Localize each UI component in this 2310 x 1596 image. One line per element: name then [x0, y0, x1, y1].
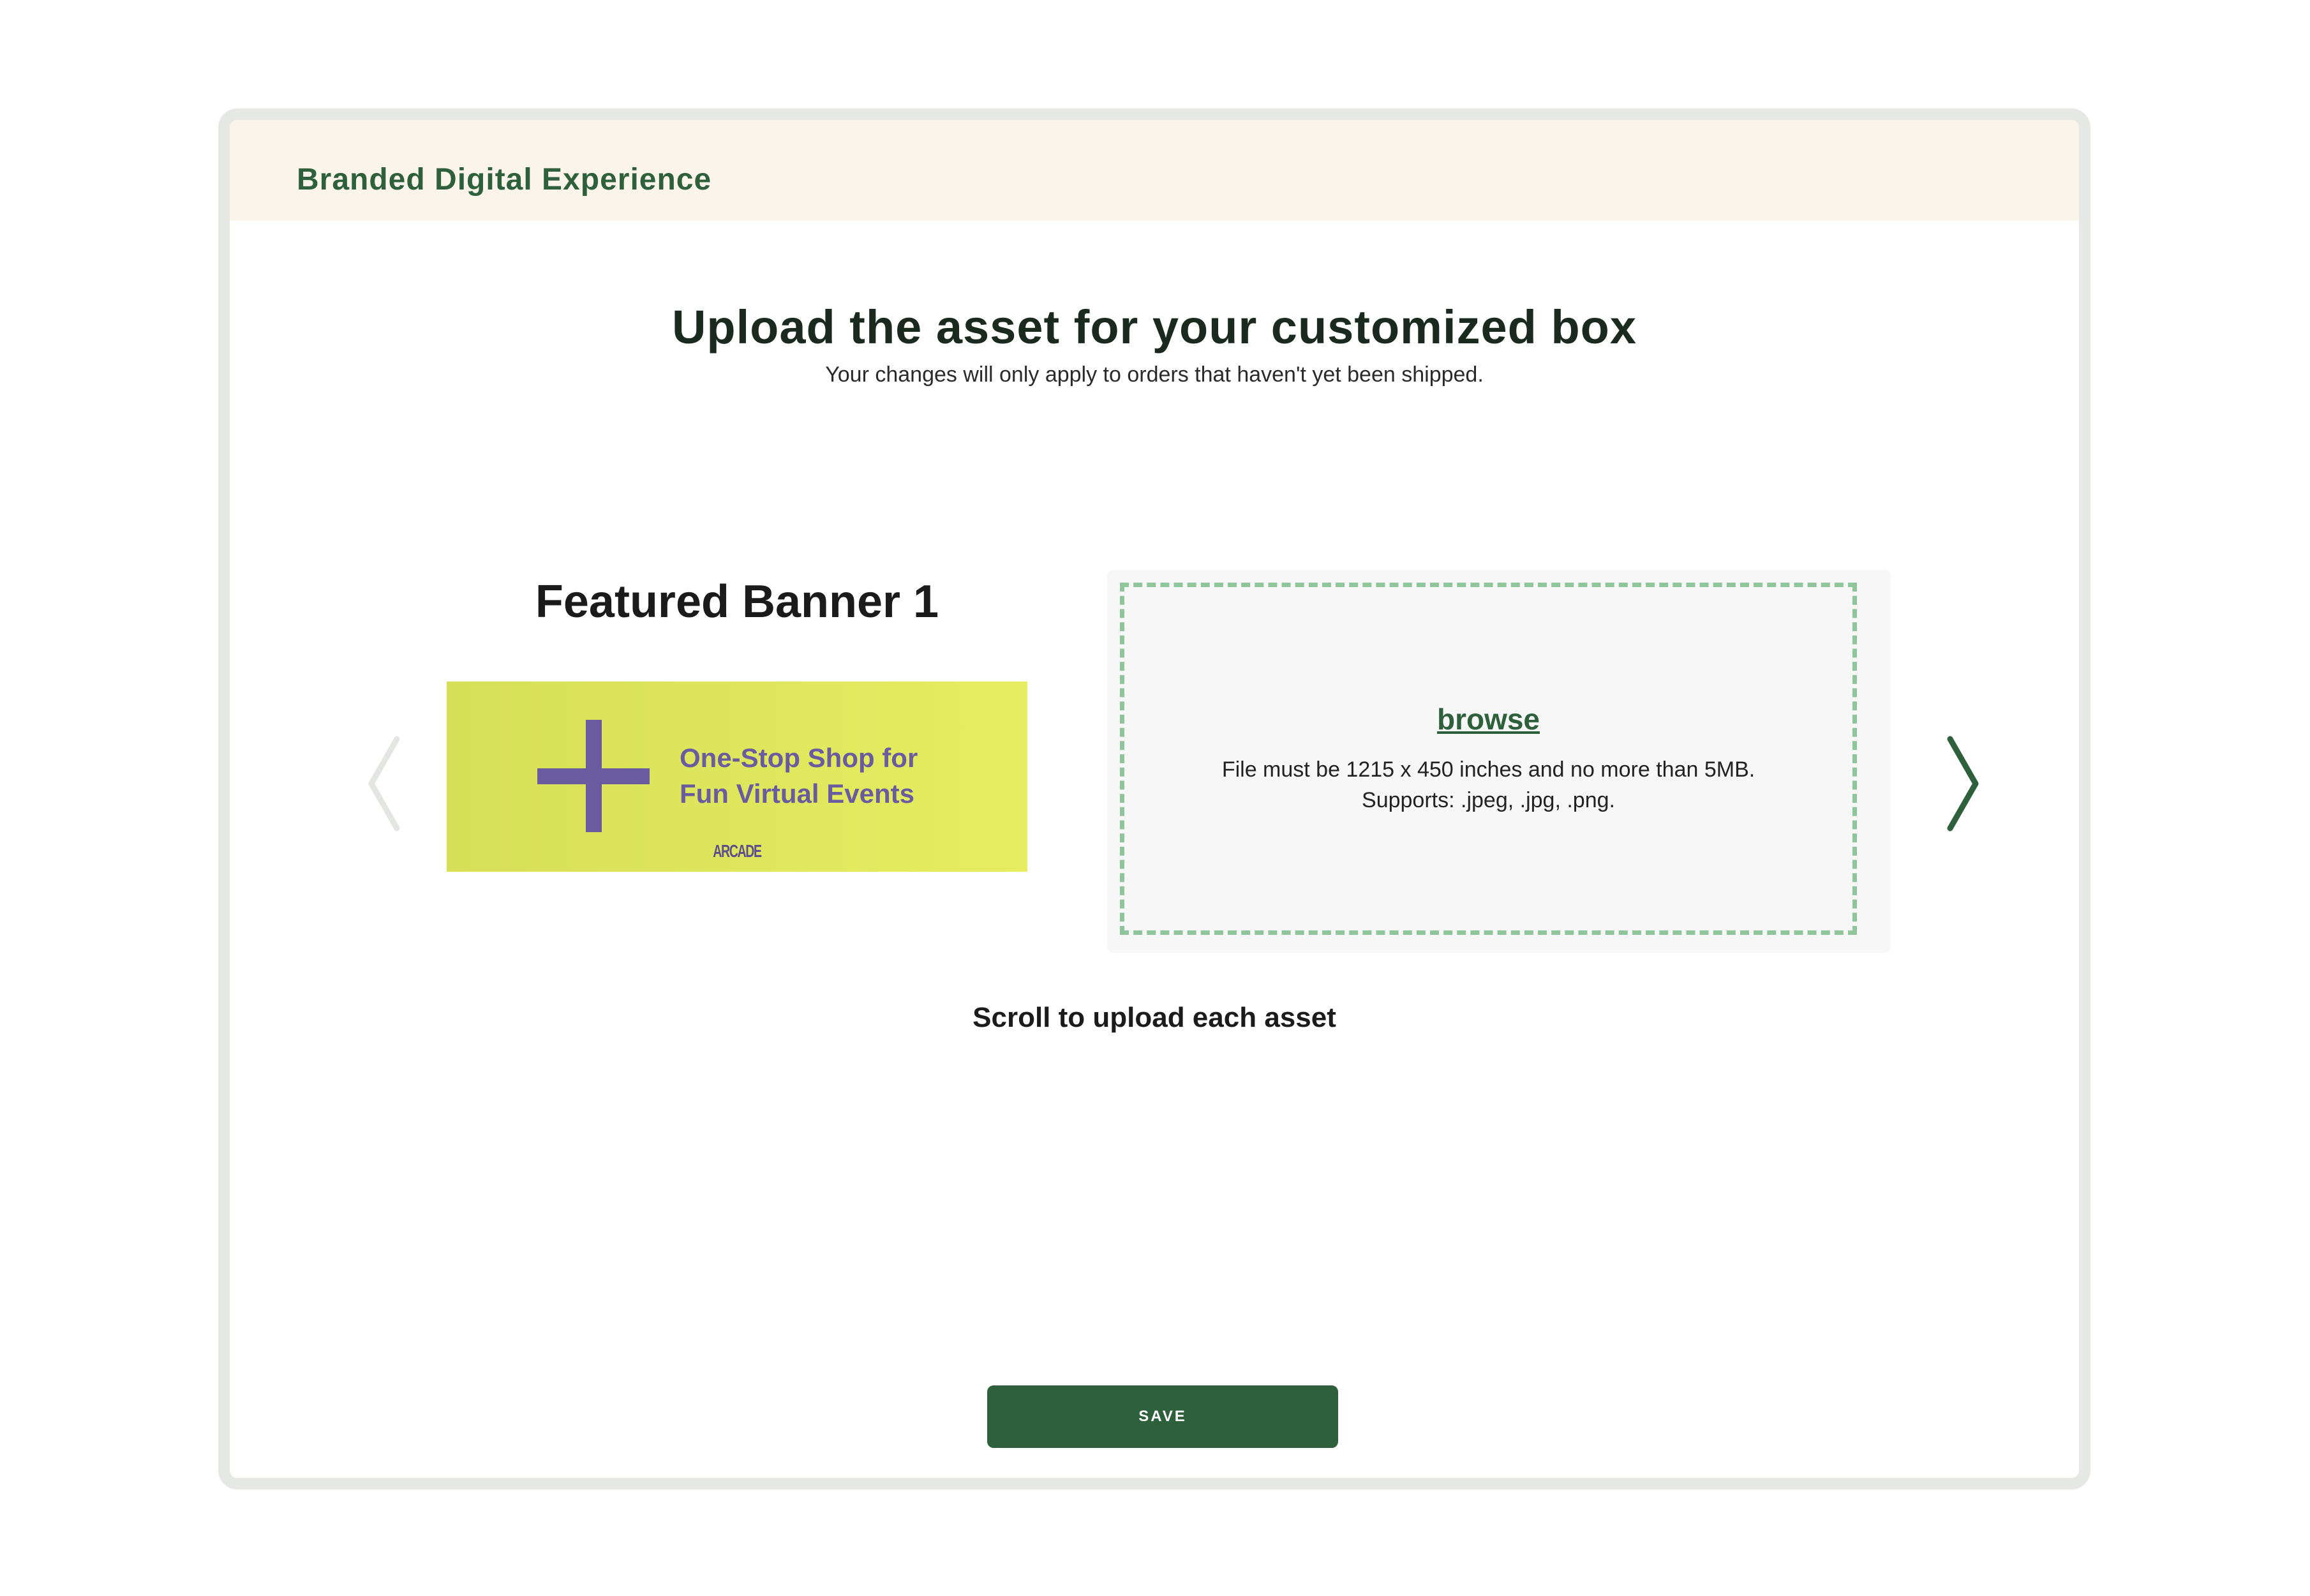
banner-tagline: One-Stop Shop for Fun Virtual Events	[680, 740, 1011, 812]
card-header: Branded Digital Experience	[230, 120, 2079, 221]
asset-label: Featured Banner 1	[535, 576, 939, 627]
carousel-prev-button[interactable]	[357, 720, 415, 847]
banner-tagline-line1: One-Stop Shop for	[680, 743, 918, 773]
file-dropzone[interactable]: browse File must be 1215 x 450 inches an…	[1120, 583, 1857, 935]
file-requirements-types: Supports: .jpeg, .jpg, .png.	[1362, 788, 1615, 812]
header-title: Branded Digital Experience	[297, 163, 712, 197]
scroll-hint: Scroll to upload each asset	[972, 1002, 1336, 1033]
banner-preview-image: One-Stop Shop for Fun Virtual Events ARC…	[447, 682, 1027, 872]
browse-link[interactable]: browse	[1124, 702, 1852, 736]
file-requirements-size: File must be 1215 x 450 inches and no mo…	[1221, 757, 1755, 782]
carousel-next-button[interactable]	[1932, 720, 1990, 847]
page-title: Upload the asset for your customized box	[671, 301, 1637, 354]
asset-upload-card: Branded Digital Experience Upload the as…	[218, 108, 2090, 1489]
banner-tagline-line2: Fun Virtual Events	[680, 779, 914, 809]
chevron-right-icon	[1947, 736, 1979, 832]
file-requirements: File must be 1215 x 450 inches and no mo…	[1124, 754, 1852, 816]
banner-logo: ARCADE	[713, 841, 762, 861]
save-button[interactable]: SAVE	[987, 1385, 1338, 1448]
page-subtitle: Your changes will only apply to orders t…	[825, 362, 1484, 387]
plus-icon	[537, 720, 650, 832]
chevron-left-icon	[368, 736, 400, 832]
